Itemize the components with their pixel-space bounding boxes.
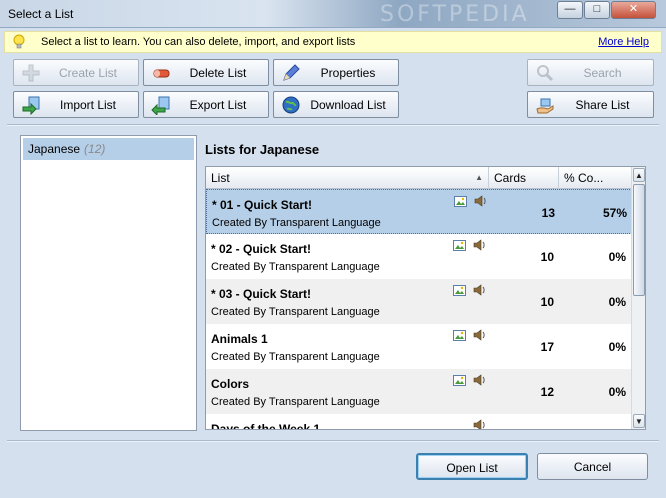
column-header-cards[interactable]: Cards	[489, 167, 559, 189]
table-row[interactable]: * 03 - Quick Start! Created By Transpare…	[206, 279, 632, 324]
card-count: 13	[541, 206, 555, 220]
share-list-button[interactable]: Share List	[527, 91, 654, 118]
list-creator: Created By Transparent Language	[212, 217, 381, 229]
table-row[interactable]: Colors Created By Transparent Language 1…	[206, 369, 632, 414]
globe-icon	[282, 96, 300, 114]
speaker-icon	[474, 195, 486, 207]
pencil-icon	[283, 64, 300, 81]
maximize-button[interactable]: □	[584, 1, 610, 19]
percent-complete: 0%	[608, 295, 626, 309]
scroll-thumb[interactable]	[633, 184, 645, 296]
import-icon	[22, 96, 40, 115]
card-count: 10	[540, 250, 554, 264]
cancel-button[interactable]: Cancel	[537, 453, 648, 480]
table-row[interactable]: Days of the Week 1	[206, 414, 632, 430]
toolbar-separator	[7, 124, 659, 126]
table-row[interactable]: Animals 1 Created By Transparent Languag…	[206, 324, 632, 369]
create-list-button[interactable]: Create List	[13, 59, 139, 86]
search-button[interactable]: Search	[527, 59, 654, 86]
more-help-link[interactable]: More Help	[598, 36, 649, 48]
card-count: 17	[540, 340, 554, 354]
language-item-japanese[interactable]: Japanese (12)	[23, 138, 194, 160]
column-header-list[interactable]: List ▲	[206, 167, 489, 189]
minimize-icon: —	[564, 3, 576, 15]
list-creator: Created By Transparent Language	[211, 306, 380, 318]
picture-icon	[454, 196, 467, 207]
language-list: Japanese (12)	[20, 135, 197, 431]
grid-header: List ▲ Cards % Co...	[206, 167, 632, 189]
plus-icon	[22, 64, 40, 82]
info-message: Select a list to learn. You can also del…	[41, 36, 356, 48]
list-name: * 02 - Quick Start!	[211, 242, 312, 256]
arrow-up-icon: ▲	[635, 171, 643, 180]
speaker-icon	[473, 239, 485, 251]
share-hand-icon	[536, 98, 554, 114]
language-count: (12)	[84, 142, 106, 156]
sort-ascending-icon: ▲	[475, 173, 483, 182]
percent-complete: 57%	[602, 206, 627, 220]
delete-list-button[interactable]: Delete List	[143, 59, 269, 86]
table-row[interactable]: * 02 - Quick Start! Created By Transpare…	[206, 234, 632, 279]
import-list-button[interactable]: Import List	[13, 91, 139, 118]
footer-separator	[7, 440, 659, 442]
open-list-button[interactable]: Open List	[416, 453, 528, 480]
speaker-icon	[473, 329, 485, 341]
eraser-icon	[153, 69, 170, 78]
picture-icon	[453, 375, 466, 386]
card-count: 10	[540, 295, 554, 309]
export-icon	[151, 96, 170, 115]
vertical-scrollbar[interactable]: ▲ ▼	[631, 167, 645, 429]
lists-grid: List ▲ Cards % Co... * 01 - Quick Start!…	[205, 166, 646, 430]
speaker-icon	[473, 374, 485, 386]
minimize-button[interactable]: —	[557, 1, 583, 19]
list-name: * 03 - Quick Start!	[211, 287, 312, 301]
picture-icon	[453, 285, 466, 296]
picture-icon	[453, 330, 466, 341]
download-list-button[interactable]: Download List	[273, 91, 399, 118]
close-button[interactable]: ✕	[611, 1, 656, 19]
speaker-icon	[473, 419, 485, 429]
list-creator: Created By Transparent Language	[211, 396, 380, 408]
list-name: Days of the Week 1	[211, 422, 321, 430]
magnifier-icon	[537, 65, 554, 82]
properties-button[interactable]: Properties	[273, 59, 399, 86]
maximize-icon: □	[593, 3, 601, 15]
speaker-icon	[473, 284, 485, 296]
window-title: Select a List	[8, 7, 74, 21]
card-count: 12	[540, 385, 554, 399]
picture-icon	[453, 240, 466, 251]
list-name: Animals 1	[211, 332, 268, 346]
watermark: SOFTPEDIA	[380, 2, 530, 27]
column-header-percent[interactable]: % Co...	[559, 167, 632, 189]
export-list-button[interactable]: Export List	[143, 91, 269, 118]
percent-complete: 0%	[608, 385, 626, 399]
list-creator: Created By Transparent Language	[211, 261, 380, 273]
table-row[interactable]: * 01 - Quick Start! Created By Transpare…	[206, 189, 632, 234]
percent-complete: 0%	[608, 250, 626, 264]
scroll-down-button[interactable]: ▼	[633, 414, 645, 428]
language-name: Japanese	[28, 142, 81, 156]
arrow-down-icon: ▼	[635, 417, 643, 426]
list-name: Colors	[211, 377, 250, 391]
lists-title: Lists for Japanese	[205, 142, 320, 157]
title-bar: Select a List SOFTPEDIA — □ ✕	[0, 0, 666, 28]
list-name: * 01 - Quick Start!	[212, 198, 313, 212]
info-bar: Select a list to learn. You can also del…	[4, 31, 662, 53]
percent-complete: 0%	[608, 340, 626, 354]
lightbulb-icon	[13, 34, 25, 49]
list-creator: Created By Transparent Language	[211, 351, 380, 363]
close-icon: ✕	[628, 3, 639, 15]
scroll-up-button[interactable]: ▲	[633, 168, 645, 182]
